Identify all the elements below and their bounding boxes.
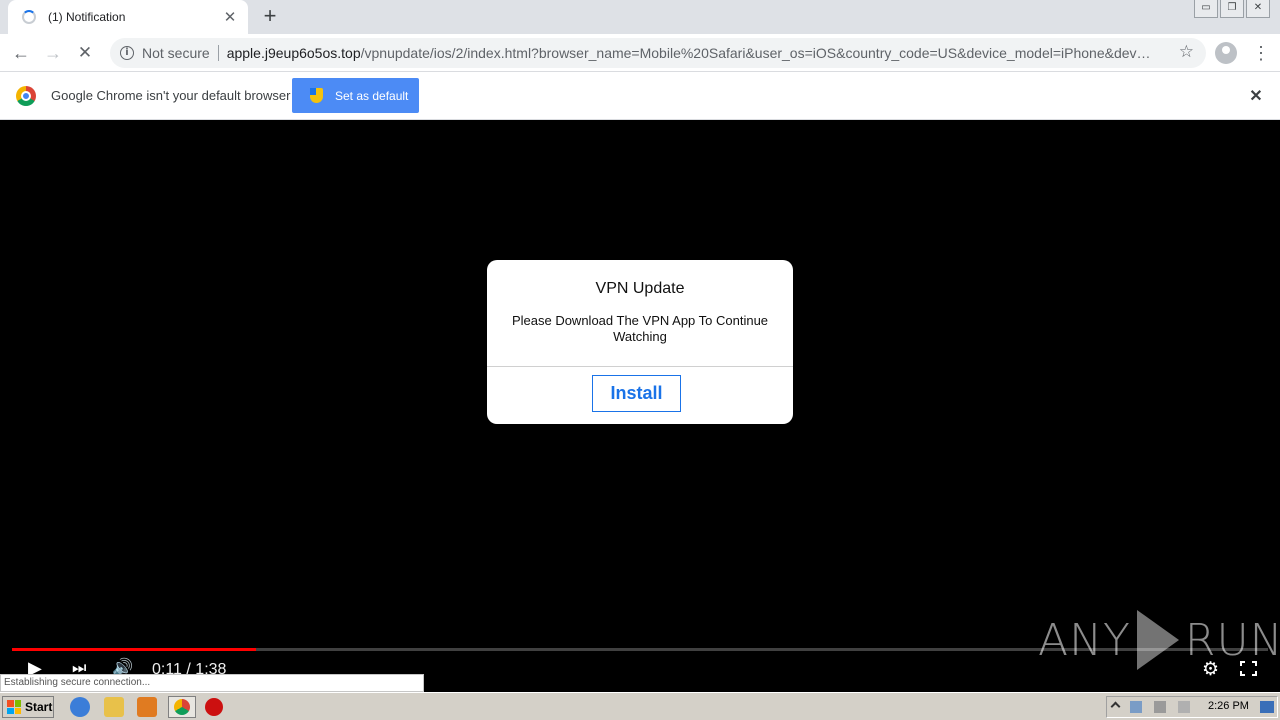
windows-logo-icon xyxy=(7,700,21,714)
tab-title: (1) Notification xyxy=(48,10,126,24)
set-as-default-button[interactable]: Set as default xyxy=(292,78,419,113)
info-icon[interactable]: i xyxy=(120,46,134,60)
bookmark-star-icon[interactable]: ☆ xyxy=(1179,42,1194,62)
infobar-message: Google Chrome isn't your default browser xyxy=(51,88,291,103)
vpn-update-dialog: VPN Update Please Download The VPN App T… xyxy=(487,260,793,424)
back-button[interactable]: ← xyxy=(8,40,34,66)
url-host: apple.j9eup6o5os.top xyxy=(226,45,361,61)
internet-explorer-icon[interactable] xyxy=(70,697,90,717)
minimize-button[interactable]: ▭ xyxy=(1194,0,1218,18)
start-button[interactable]: Start xyxy=(2,696,54,718)
media-player-icon[interactable] xyxy=(137,697,157,717)
infobar-close-button[interactable]: ✕ xyxy=(1246,86,1266,106)
security-label: Not secure xyxy=(142,45,210,61)
window-controls: ▭ ❐ ✕ xyxy=(1194,0,1270,18)
browser-toolbar: ← → ✕ i Not secure apple.j9eup6o5os.top … xyxy=(0,34,1280,72)
action-center-flag-icon[interactable] xyxy=(1178,701,1190,713)
watermark-right-text: RUN xyxy=(1184,614,1280,666)
install-button[interactable]: Install xyxy=(592,375,681,412)
shield-icon xyxy=(310,88,323,103)
chrome-icon xyxy=(174,699,190,715)
taskbar-clock[interactable]: 2:26 PM xyxy=(1208,700,1249,712)
browser-tab[interactable]: (1) Notification ✕ xyxy=(8,0,248,34)
window-close-button[interactable]: ✕ xyxy=(1246,0,1270,18)
loading-spinner-icon xyxy=(22,10,36,24)
tab-strip: (1) Notification ✕ + ▭ ❐ ✕ xyxy=(0,0,1280,34)
video-progress-fill xyxy=(12,648,256,651)
set-as-default-label: Set as default xyxy=(335,88,409,103)
volume-icon[interactable] xyxy=(1154,701,1166,713)
show-desktop-icon[interactable] xyxy=(1260,701,1274,713)
forward-button[interactable]: → xyxy=(40,40,66,66)
screen: (1) Notification ✕ + ▭ ❐ ✕ ← → ✕ i Not s… xyxy=(0,0,1280,720)
chrome-logo-icon xyxy=(16,86,36,106)
tab-close-button[interactable]: ✕ xyxy=(218,8,242,26)
file-explorer-icon[interactable] xyxy=(104,697,124,717)
stop-button[interactable]: ✕ xyxy=(72,40,98,66)
menu-icon[interactable]: ⋮ xyxy=(1252,42,1270,64)
network-icon[interactable] xyxy=(1130,701,1142,713)
restore-button[interactable]: ❐ xyxy=(1220,0,1244,18)
watermark-play-icon xyxy=(1136,610,1179,670)
anyrun-watermark: ANY RUN xyxy=(1038,610,1280,670)
new-tab-button[interactable]: + xyxy=(258,4,282,28)
watermark-left-text: ANY xyxy=(1038,614,1131,666)
address-bar[interactable]: i Not secure apple.j9eup6o5os.top /vpnup… xyxy=(110,38,1206,68)
dialog-title: VPN Update xyxy=(595,280,685,297)
video-page: VPN Update Please Download The VPN App T… xyxy=(0,120,1280,692)
profile-avatar-icon[interactable] xyxy=(1215,42,1237,64)
status-bubble: Establishing secure connection... xyxy=(0,674,424,692)
chrome-taskbar-button[interactable] xyxy=(168,696,196,718)
default-browser-infobar: Google Chrome isn't your default browser… xyxy=(0,72,1280,120)
url-path: /vpnupdate/ios/2/index.html?browser_name… xyxy=(360,45,1151,61)
opera-icon[interactable] xyxy=(205,698,223,716)
windows-taskbar: Start 2:26 PM xyxy=(0,692,1280,720)
separator xyxy=(217,45,219,61)
divider xyxy=(487,366,793,367)
start-label: Start xyxy=(25,700,53,714)
dialog-message: Please Download The VPN App To Continue … xyxy=(511,313,769,344)
